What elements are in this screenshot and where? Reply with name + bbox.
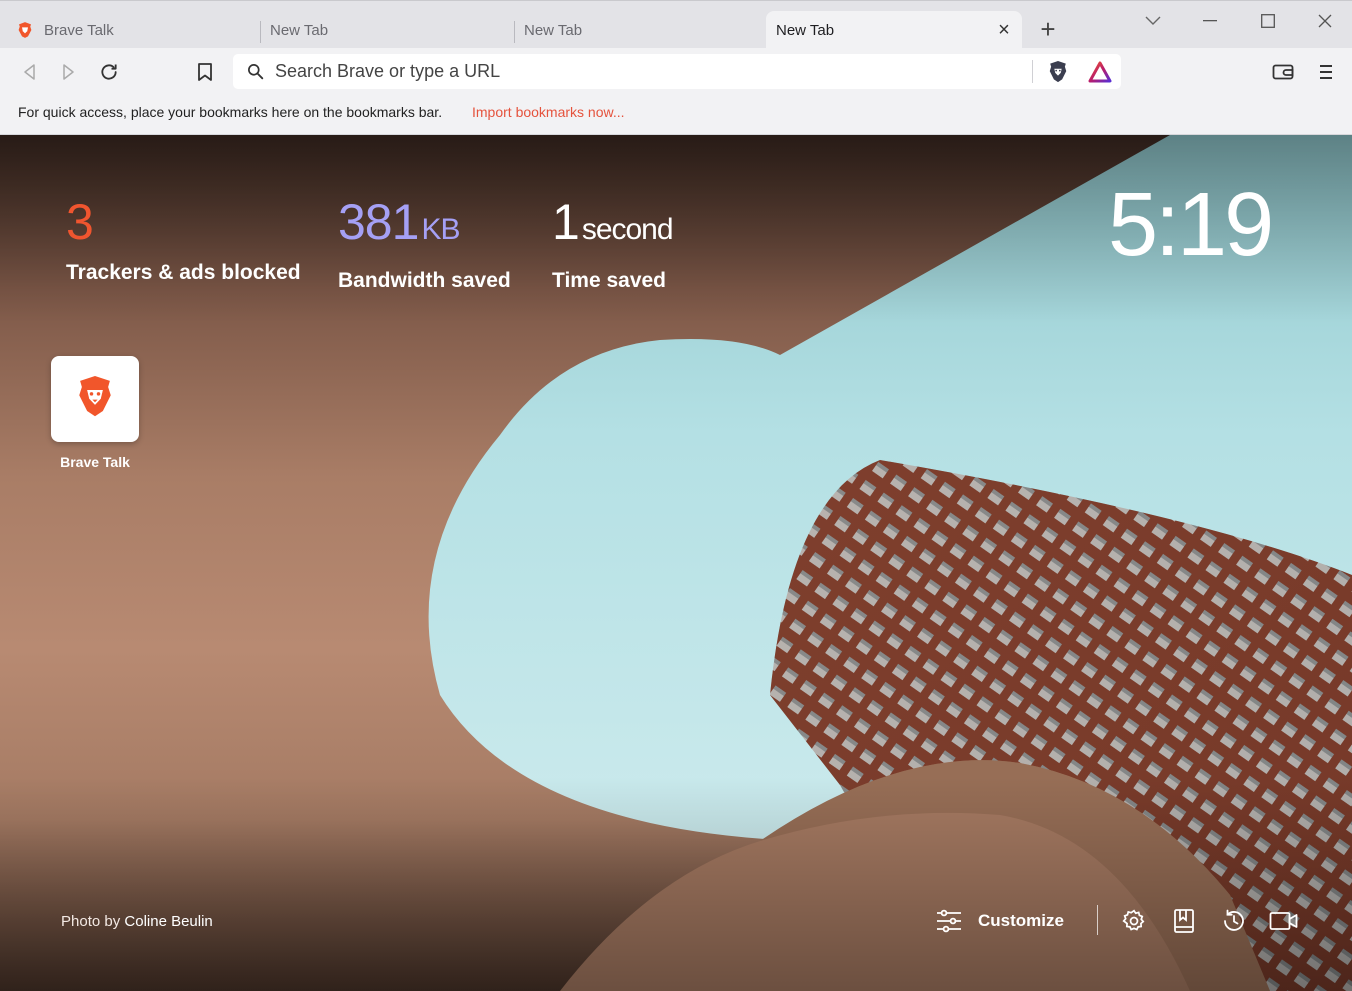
tab-strip: Brave Talk New Tab New Tab New Tab × + xyxy=(0,0,1352,49)
toolbar xyxy=(0,48,1352,94)
brave-lion-icon xyxy=(16,21,34,39)
stat-bandwidth-saved: 381 KB Bandwidth saved xyxy=(338,197,511,293)
time-value: 1 xyxy=(552,194,580,250)
tab-new-tab-2[interactable]: New Tab xyxy=(524,11,762,49)
bookmarks-bar-message: For quick access, place your bookmarks h… xyxy=(18,104,443,120)
tab-title: New Tab xyxy=(776,21,835,39)
time-unit: second xyxy=(581,213,674,246)
brave-lion-icon xyxy=(74,374,116,425)
minimize-icon[interactable] xyxy=(1195,9,1225,33)
menu-icon[interactable] xyxy=(1313,59,1339,85)
tab-brave-talk[interactable]: Brave Talk xyxy=(16,11,260,49)
bookmarks-icon[interactable] xyxy=(1169,906,1199,936)
tab-title: Brave Talk xyxy=(44,21,114,39)
back-icon[interactable] xyxy=(16,59,42,85)
photo-credit-author: Coline Beulin xyxy=(124,913,213,930)
wallet-icon[interactable] xyxy=(1270,59,1296,85)
maximize-icon[interactable] xyxy=(1253,9,1283,33)
settings-icon[interactable] xyxy=(1119,906,1149,936)
tab-divider xyxy=(514,21,515,43)
import-bookmarks-link[interactable]: Import bookmarks now... xyxy=(472,104,625,120)
top-site-tile-brave-talk[interactable] xyxy=(51,356,139,442)
address-bar[interactable] xyxy=(233,54,1121,89)
top-site-label[interactable]: Brave Talk xyxy=(40,454,150,470)
search-icon xyxy=(245,62,265,82)
tab-close-icon[interactable]: × xyxy=(994,20,1014,40)
new-tab-page: 3 Trackers & ads blocked 381 KB Bandwidth… xyxy=(0,135,1352,991)
new-tab-button[interactable]: + xyxy=(1036,16,1060,42)
photo-credit-prefix: Photo by xyxy=(61,913,121,930)
sliders-icon xyxy=(936,909,962,933)
url-input[interactable] xyxy=(273,60,1013,83)
tab-divider xyxy=(260,21,261,43)
bandwidth-label: Bandwidth saved xyxy=(338,269,511,292)
clock: 5:19 xyxy=(1108,175,1274,275)
tab-title: New Tab xyxy=(524,21,583,39)
customize-label: Customize xyxy=(978,911,1064,930)
history-icon[interactable] xyxy=(1219,906,1249,936)
bandwidth-value: 381 xyxy=(338,194,419,250)
bookmarks-bar: For quick access, place your bookmarks h… xyxy=(0,94,1352,135)
bottom-bar-divider xyxy=(1097,905,1098,935)
url-divider xyxy=(1032,60,1033,83)
bookmark-icon[interactable] xyxy=(192,59,218,85)
trackers-label: Trackers & ads blocked xyxy=(66,261,301,284)
tab-new-tab-active[interactable]: New Tab × xyxy=(766,11,1022,49)
tab-title: New Tab xyxy=(270,21,329,39)
brave-talk-camera-icon[interactable] xyxy=(1269,906,1299,936)
tab-search-icon[interactable] xyxy=(1138,9,1168,33)
bandwidth-unit: KB xyxy=(421,213,460,246)
photo-credit[interactable]: Photo by Coline Beulin xyxy=(61,913,213,930)
reload-icon[interactable] xyxy=(96,59,122,85)
time-label: Time saved xyxy=(552,269,667,292)
stat-time-saved: 1 second Time saved xyxy=(552,194,674,293)
tab-new-tab-1[interactable]: New Tab xyxy=(270,11,510,49)
forward-icon[interactable] xyxy=(56,59,82,85)
stat-trackers-blocked: 3 Trackers & ads blocked xyxy=(66,197,301,285)
close-window-icon[interactable] xyxy=(1310,9,1340,33)
brave-shields-icon[interactable] xyxy=(1045,59,1071,85)
customize-button[interactable]: Customize xyxy=(936,905,1064,937)
trackers-count: 3 xyxy=(66,194,94,250)
brave-rewards-icon[interactable] xyxy=(1087,59,1113,85)
